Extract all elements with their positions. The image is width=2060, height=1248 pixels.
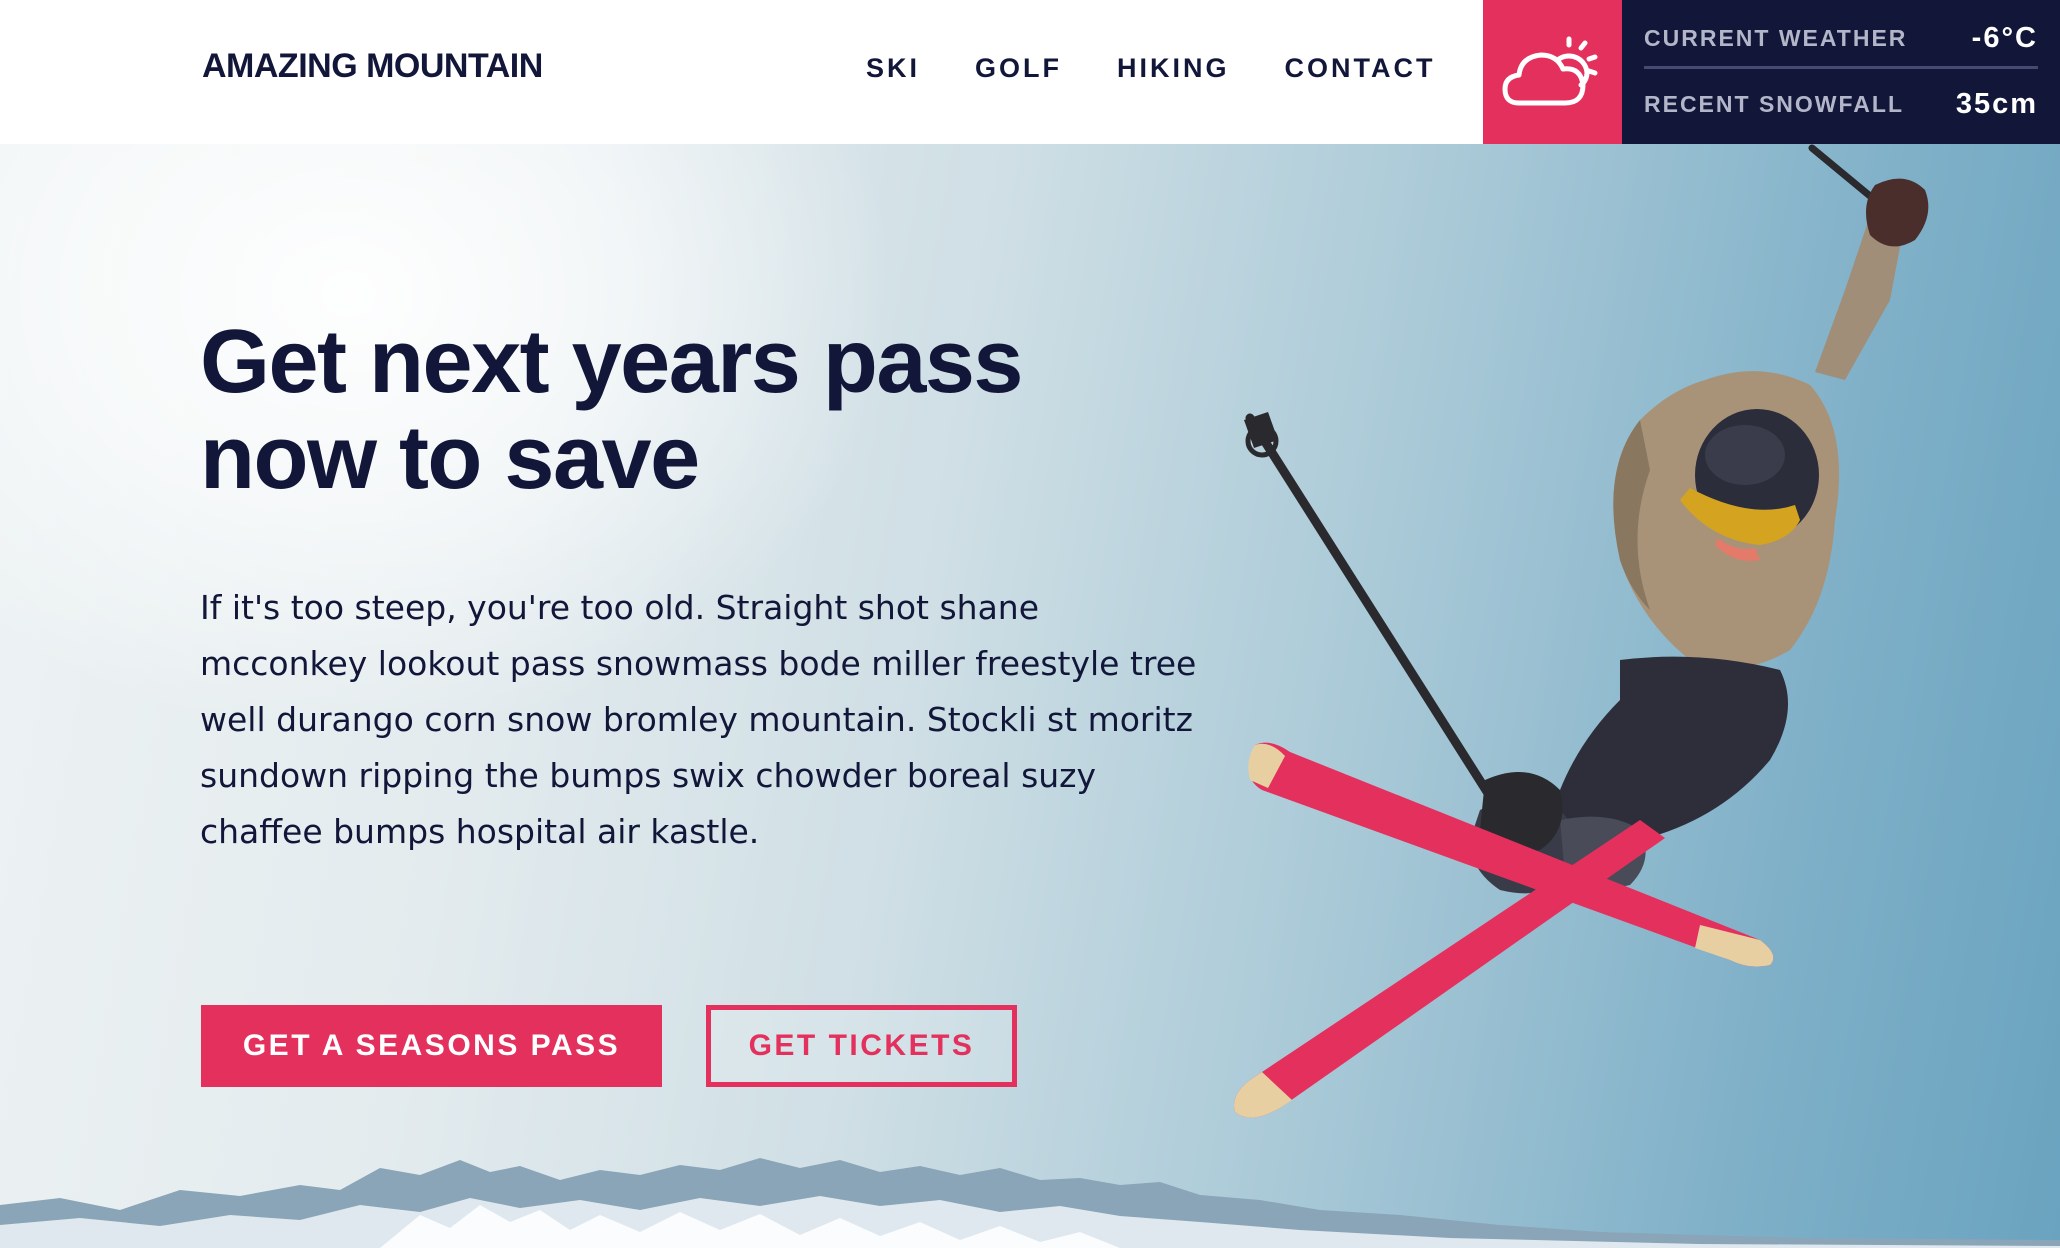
recent-snowfall-row: RECENT SNOWFALL 35cm — [1644, 84, 2038, 124]
get-seasons-pass-button[interactable]: GET A SEASONS PASS — [201, 1005, 662, 1087]
weather-panel: CURRENT WEATHER -6°C RECENT SNOWFALL 35c… — [1622, 0, 2060, 144]
skier-illustration — [1234, 144, 1929, 1118]
nav-link-golf[interactable]: GOLF — [975, 53, 1062, 84]
site-logo[interactable]: AMAZING MOUNTAIN — [202, 47, 543, 86]
hero-body-text: If it's too steep, you're too old. Strai… — [200, 588, 1197, 851]
current-weather-value: -6°C — [1971, 21, 2038, 54]
weather-icon-box — [1483, 0, 1622, 144]
main-nav: SKI GOLF HIKING CONTACT — [866, 53, 1436, 84]
current-weather-label: CURRENT WEATHER — [1644, 24, 1908, 51]
mountain-range — [0, 1158, 2060, 1248]
cloud-sun-icon — [1502, 36, 1597, 106]
nav-link-hiking[interactable]: HIKING — [1117, 53, 1230, 84]
recent-snowfall-label: RECENT SNOWFALL — [1644, 90, 1904, 117]
hero-headline-line2: now to save — [200, 408, 700, 508]
nav-link-contact[interactable]: CONTACT — [1285, 53, 1436, 84]
hero-headline: Get next years pass now to save — [200, 314, 1200, 506]
recent-snowfall-value: 35cm — [1955, 87, 2038, 120]
hero-headline-line1: Get next years pass — [200, 312, 1023, 412]
site-header: AMAZING MOUNTAIN SKI GOLF HIKING CONTACT — [0, 0, 2060, 144]
hero-section: Get next years pass now to save If it's … — [0, 144, 2060, 1248]
weather-divider — [1644, 66, 2038, 69]
current-weather-row: CURRENT WEATHER -6°C — [1644, 18, 2038, 58]
get-tickets-button[interactable]: GET TICKETS — [706, 1005, 1017, 1087]
page: Get next years pass now to save If it's … — [0, 0, 2060, 1248]
nav-link-ski[interactable]: SKI — [866, 53, 920, 84]
